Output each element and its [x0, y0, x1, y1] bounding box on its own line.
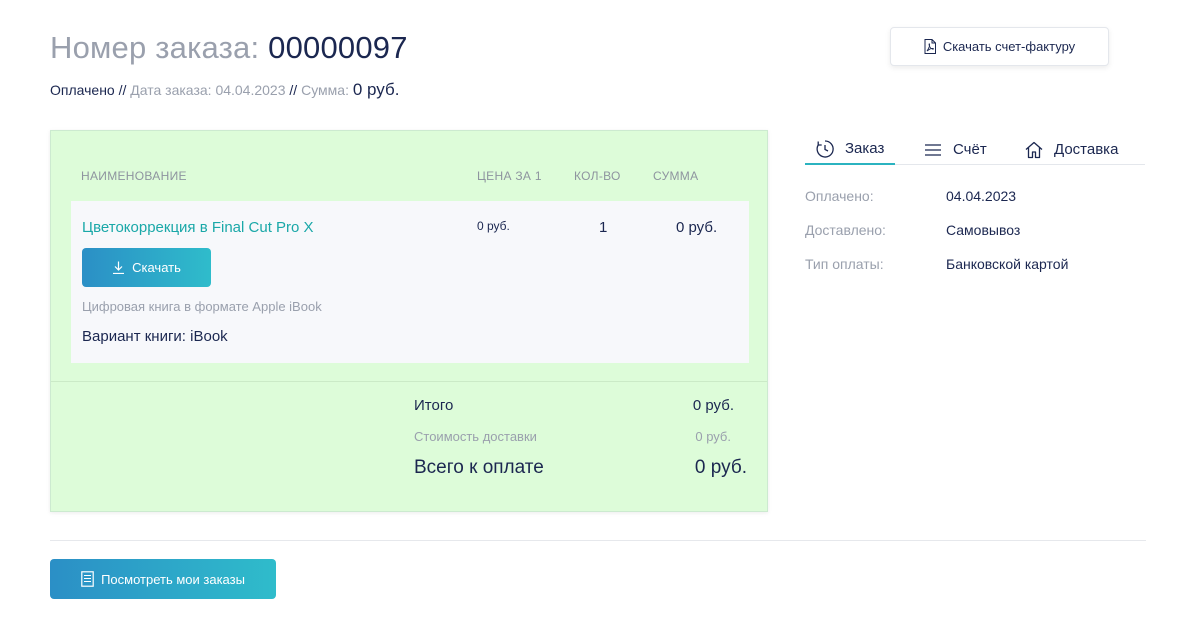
item-name-link[interactable]: Цветокоррекция в Final Cut Pro X [82, 219, 314, 236]
item-variant: Вариант книги: iBook [82, 328, 228, 345]
tab-invoice[interactable]: Счёт [913, 134, 1009, 165]
meta-separator: // [289, 82, 298, 98]
view-my-orders-label: Посмотреть мои заказы [101, 571, 245, 587]
order-meta: Оплачено // Дата заказа: 04.04.2023 // С… [50, 80, 399, 100]
info-paid-label: Оплачено: [805, 188, 874, 204]
home-icon [1025, 141, 1043, 158]
info-delivered-label: Доставлено: [805, 222, 886, 238]
order-number-label: Номер заказа: [50, 30, 260, 65]
order-sum-value: 0 руб. [352, 80, 400, 99]
item-sum: 0 руб. [676, 219, 718, 236]
tab-order-label: Заказ [845, 140, 885, 157]
order-tabs: Заказ Счёт Доставка [805, 134, 1145, 165]
clock-icon [816, 139, 834, 158]
pdf-file-icon [924, 39, 936, 54]
item-quantity: 1 [599, 219, 608, 236]
order-title: Номер заказа: 00000097 [50, 30, 408, 66]
info-payment-type-value: Банковской картой [946, 256, 1069, 272]
totals-divider [51, 381, 767, 382]
view-my-orders-button[interactable]: Посмотреть мои заказы [50, 559, 276, 599]
download-item-label: Скачать [132, 260, 181, 275]
subtotal-label: Итого [414, 397, 454, 414]
section-divider [50, 540, 1146, 541]
download-icon [113, 261, 125, 274]
delivery-cost-label: Стоимость доставки [414, 429, 537, 444]
info-delivered-value: Самовывоз [946, 222, 1021, 238]
download-invoice-label: Скачать счет-фактуру [942, 39, 1076, 54]
order-number: 00000097 [268, 30, 408, 65]
order-date-value: 04.04.2023 [215, 82, 286, 98]
order-sum-label: Сумма: [301, 82, 349, 98]
delivery-cost-value: 0 руб. [695, 429, 731, 444]
download-item-button[interactable]: Скачать [82, 248, 211, 287]
order-items-card: НАИМЕНОВАНИЕ ЦЕНА ЗА 1 КОЛ-ВО СУММА Цвет… [50, 130, 768, 512]
order-status: Оплачено [50, 82, 115, 98]
column-header-price: ЦЕНА ЗА 1 [477, 169, 542, 183]
download-invoice-button[interactable]: Скачать счет-фактуру [890, 27, 1109, 66]
tab-delivery[interactable]: Доставка [1015, 134, 1143, 165]
tab-delivery-label: Доставка [1054, 141, 1119, 158]
document-icon [81, 571, 94, 587]
info-payment-type-label: Тип оплаты: [805, 256, 884, 272]
menu-lines-icon [925, 143, 941, 156]
subtotal-value: 0 руб. [692, 397, 734, 414]
column-header-sum: СУММА [653, 169, 699, 183]
tab-invoice-label: Счёт [953, 141, 987, 158]
order-date-label: Дата заказа: [130, 82, 212, 98]
tab-order[interactable]: Заказ [805, 134, 895, 165]
grand-total-value: 0 руб. [694, 457, 747, 478]
column-header-name: НАИМЕНОВАНИЕ [81, 169, 187, 183]
item-price: 0 руб. [477, 219, 510, 233]
column-header-qty: КОЛ-ВО [574, 169, 621, 183]
info-paid-value: 04.04.2023 [946, 188, 1017, 204]
order-item-row: Цветокоррекция в Final Cut Pro X 0 руб. … [71, 201, 749, 363]
grand-total-label: Всего к оплате [414, 457, 544, 478]
item-description: Цифровая книга в формате Apple iBook [82, 299, 322, 314]
meta-separator: // [118, 82, 127, 98]
